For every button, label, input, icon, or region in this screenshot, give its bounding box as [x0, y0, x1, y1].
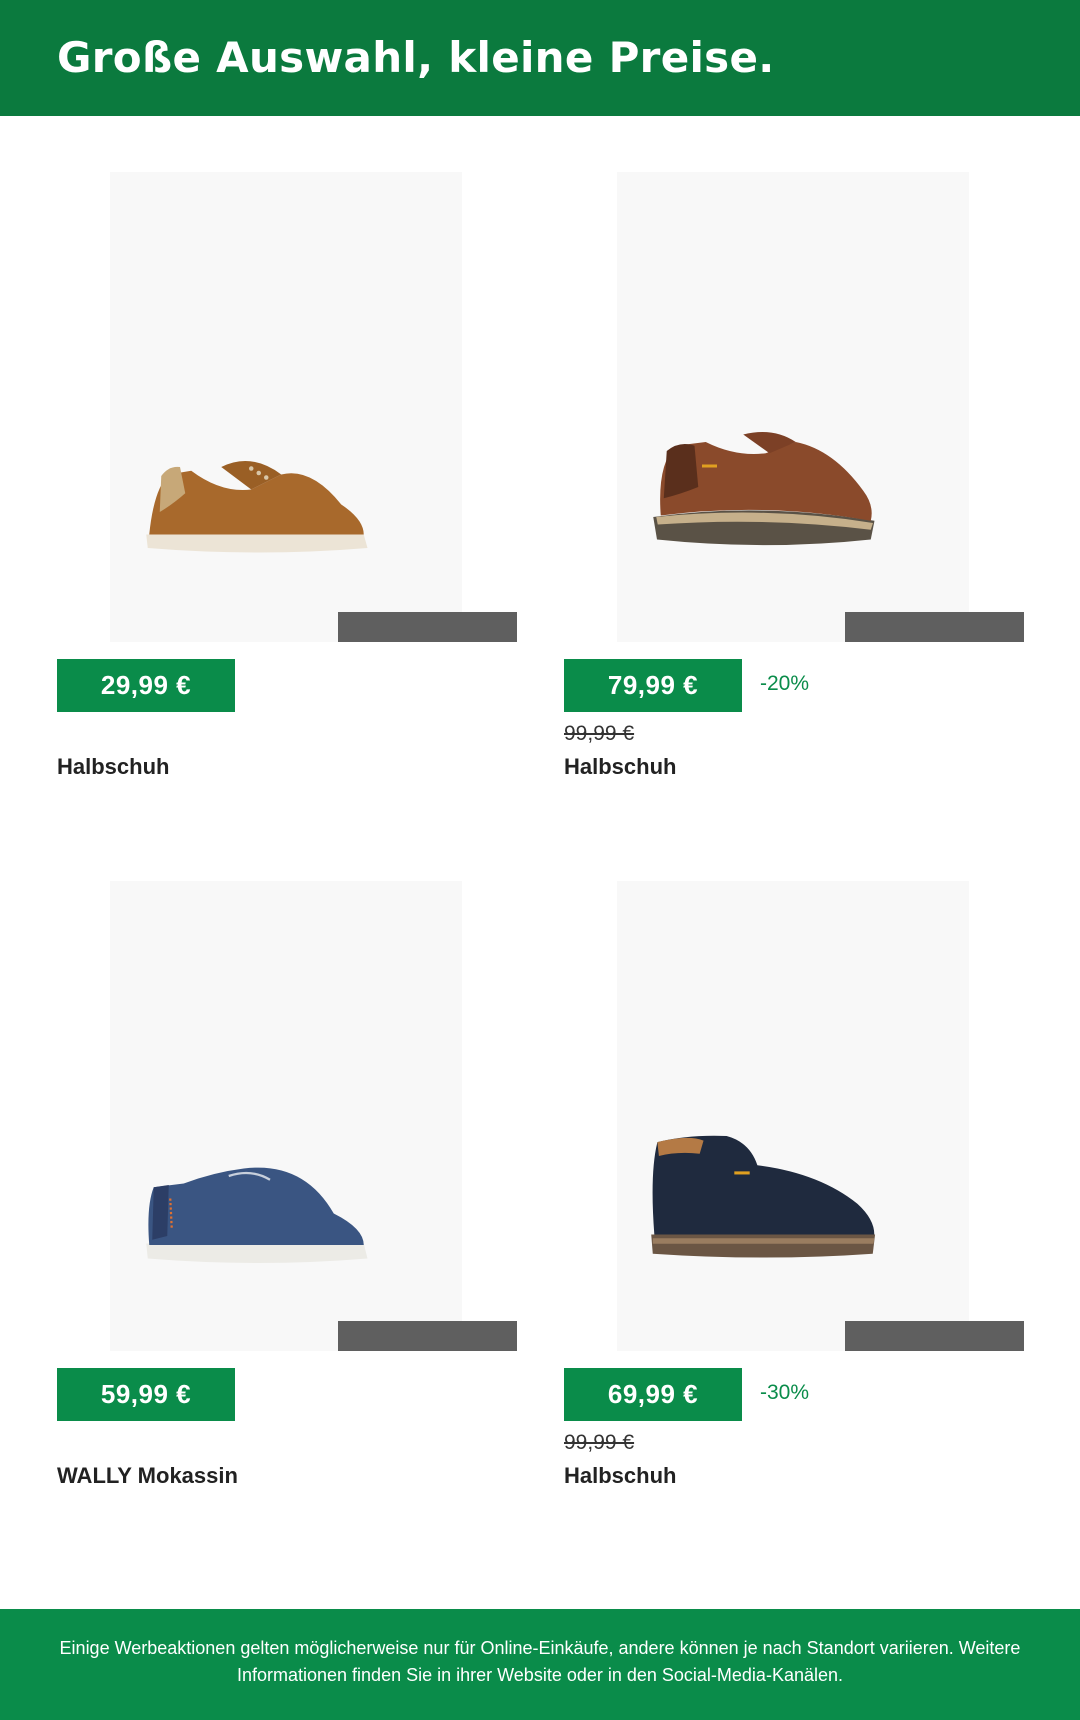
- product-name[interactable]: Halbschuh: [57, 754, 169, 780]
- image-label-bar: [338, 612, 517, 642]
- promo-header: Große Auswahl, kleine Preise.: [0, 0, 1080, 116]
- old-price: 99,99 €: [564, 722, 635, 745]
- price-badge: 59,99 €: [57, 1368, 235, 1421]
- product-name[interactable]: WALLY Mokassin: [57, 1463, 238, 1489]
- product-card[interactable]: 79,99 € -20% 99,99 € Halbschuh: [564, 172, 1034, 852]
- image-label-bar: [338, 1321, 517, 1351]
- product-card[interactable]: 29,99 € Halbschuh: [57, 172, 527, 852]
- image-label-bar: [845, 1321, 1024, 1351]
- image-label-bar: [845, 612, 1024, 642]
- product-image-area[interactable]: [110, 172, 462, 642]
- discount-label: -20%: [760, 672, 810, 695]
- product-image-area[interactable]: [617, 881, 969, 1351]
- product-image-area[interactable]: [110, 881, 462, 1351]
- disclaimer-text: Einige Werbeaktionen gelten möglicherwei…: [59, 1638, 1021, 1685]
- product-name[interactable]: Halbschuh: [564, 754, 676, 780]
- blue-mesh-moccasin-image: [146, 1167, 368, 1263]
- old-price: 99,99 €: [564, 1431, 635, 1454]
- discount-label: -30%: [760, 1381, 810, 1404]
- price-badge: 79,99 €: [564, 659, 742, 712]
- navy-suede-chukka-image: [651, 1135, 876, 1258]
- price-badge: 69,99 €: [564, 1368, 742, 1421]
- page-title: Große Auswahl, kleine Preise.: [57, 33, 775, 82]
- price-badge: 29,99 €: [57, 659, 235, 712]
- product-name[interactable]: Halbschuh: [564, 1463, 676, 1489]
- product-card[interactable]: 69,99 € -30% 99,99 € Halbschuh: [564, 881, 1034, 1561]
- legal-footer: Einige Werbeaktionen gelten möglicherwei…: [0, 1609, 1080, 1720]
- product-card[interactable]: 59,99 € WALLY Mokassin: [57, 881, 527, 1561]
- tan-suede-sneaker-image: [146, 461, 368, 553]
- brown-leather-walking-shoe-image: [653, 432, 875, 546]
- product-image-area[interactable]: [617, 172, 969, 642]
